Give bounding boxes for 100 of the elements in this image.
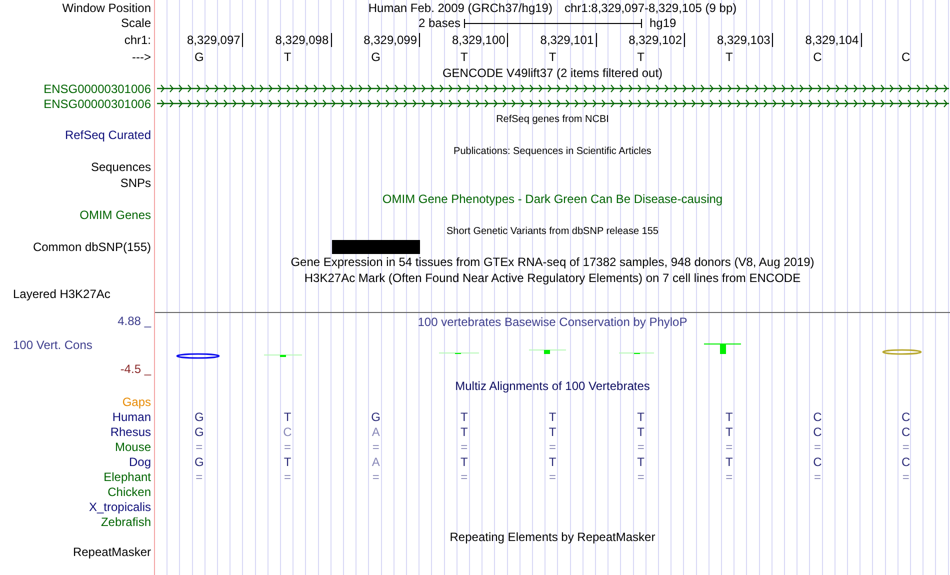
aligned-base: C — [900, 424, 912, 438]
aligned-base: A — [370, 454, 381, 468]
track-label: Gaps — [122, 394, 151, 408]
base-letter: T — [282, 50, 292, 64]
base-letter: C — [812, 50, 823, 64]
aligned-base: T — [636, 410, 646, 424]
species-label: Mouse — [114, 440, 151, 454]
track-label: RefSeq Curated — [64, 128, 151, 142]
aligned-base: T — [282, 410, 292, 424]
track-title: Multiz Alignments of 100 Vertebrates — [455, 379, 650, 393]
species-label: Rhesus — [110, 424, 151, 438]
aligned-base: = — [371, 440, 380, 454]
scale-text: 2 bases — [418, 16, 462, 30]
aligned-base: G — [370, 410, 382, 424]
ruler-tick — [242, 33, 244, 47]
aligned-base: = — [194, 470, 204, 484]
assembly-text: hg19 — [648, 16, 676, 30]
aligned-base: T — [636, 424, 646, 438]
base-letter: T — [636, 50, 646, 64]
aligned-base: G — [193, 454, 205, 468]
aligned-base: = — [901, 470, 910, 484]
species-label: Human — [112, 410, 151, 424]
ruler-tick — [507, 33, 508, 47]
ruler-tick — [330, 33, 332, 47]
track-label: Layered H3K27Ac — [13, 287, 110, 301]
aligned-base: = — [812, 440, 822, 454]
track-title: Repeating Elements by RepeatMasker — [450, 530, 656, 544]
coordinate-label: 8,329,102 — [628, 33, 682, 47]
track-title: 100 vertebrates Basewise Conservation by PhyloP — [418, 315, 688, 329]
aligned-base: C — [812, 454, 823, 468]
aligned-base: A — [370, 424, 381, 438]
coordinate-label: 8,329,100 — [452, 33, 506, 47]
coordinate-label: 8,329,098 — [275, 33, 329, 47]
aligned-base: = — [460, 470, 469, 484]
aligned-base: = — [194, 440, 204, 454]
base-letter: T — [548, 50, 558, 64]
aligned-base: C — [812, 424, 823, 438]
aligned-base: C — [900, 410, 912, 424]
track-label: ENSG00000301006 — [44, 96, 151, 110]
track-label: ENSG00000301006 — [44, 82, 151, 96]
ruler-tick — [419, 33, 420, 47]
coordinate-label: 8,329,099 — [364, 33, 417, 47]
aligned-base: T — [548, 424, 558, 438]
aligned-base: C — [282, 424, 293, 438]
coordinate-label: 8,329,097 — [186, 33, 240, 47]
coordinate-label: 8,329,101 — [540, 33, 594, 47]
aligned-base: C — [812, 410, 823, 424]
aligned-base: T — [548, 454, 558, 468]
track-label: OMIM Genes — [80, 208, 151, 222]
aligned-base: C — [900, 454, 912, 468]
row-label: Scale — [120, 16, 151, 30]
aligned-base: = — [460, 440, 469, 454]
axis-min-label: -4.5 _ — [120, 362, 151, 376]
species-label: Dog — [128, 454, 151, 468]
aligned-base: T — [459, 454, 469, 468]
strand-label: ---> — [132, 50, 151, 64]
track-label: Sequences — [90, 160, 151, 174]
aligned-base: = — [812, 470, 822, 484]
species-label: Elephant — [104, 470, 151, 484]
aligned-base: = — [724, 440, 734, 454]
ruler-tick — [596, 33, 597, 47]
track-label: SNPs — [120, 176, 151, 190]
species-label: Chicken — [108, 484, 151, 498]
aligned-base: = — [724, 470, 734, 484]
assembly-title: Human Feb. 2009 (GRCh37/hg19) — [368, 0, 552, 14]
track-title: RefSeq genes from NCBI — [496, 114, 609, 124]
aligned-base: T — [459, 424, 469, 438]
aligned-base: T — [724, 410, 734, 424]
base-letter: T — [459, 50, 469, 64]
base-letter: G — [193, 50, 205, 64]
position-text: chr1:8,329,097-8,329,105 (9 bp) — [564, 0, 737, 14]
aligned-base: = — [636, 470, 646, 484]
coordinate-label: 8,329,103 — [716, 33, 770, 47]
track-title: H3K27Ac Mark (Often Found Near Active Regulatory Elements) on 7 cell lines from ENCODE — [304, 271, 801, 285]
aligned-base: T — [724, 424, 734, 438]
track-title: Gene Expression in 54 tissues from GTEx RNA-seq of 17382 samples, 948 donors (V8, Aug 2019) — [290, 255, 814, 269]
aligned-base: = — [901, 440, 910, 454]
track-label: Common dbSNP(155) — [32, 240, 151, 254]
coordinate-label: 8,329,104 — [805, 33, 859, 47]
base-letter: C — [900, 50, 912, 64]
species-label: Zebrafish — [100, 514, 151, 528]
aligned-base: = — [548, 470, 557, 484]
aligned-base: = — [282, 440, 292, 454]
base-letter: T — [724, 50, 734, 64]
row-label: chr1: — [124, 33, 151, 47]
aligned-base: = — [548, 440, 557, 454]
aligned-base: T — [282, 454, 292, 468]
aligned-base: = — [371, 470, 380, 484]
aligned-base: T — [724, 454, 734, 468]
track-title: Short Genetic Variants from dbSNP release 155 — [446, 226, 658, 236]
ruler-tick — [684, 33, 685, 47]
track-title: OMIM Gene Phenotypes - Dark Green Can Be Disease-causing — [382, 192, 723, 206]
row-label: Window Position — [62, 0, 151, 14]
aligned-base: = — [282, 470, 292, 484]
track-title: Publications: Sequences in Scientific Articles — [454, 146, 652, 156]
base-letter: G — [370, 50, 382, 64]
aligned-base: T — [548, 410, 558, 424]
ruler-tick — [772, 33, 774, 47]
species-label: X_tropicalis — [88, 500, 151, 514]
aligned-base: T — [459, 410, 469, 424]
